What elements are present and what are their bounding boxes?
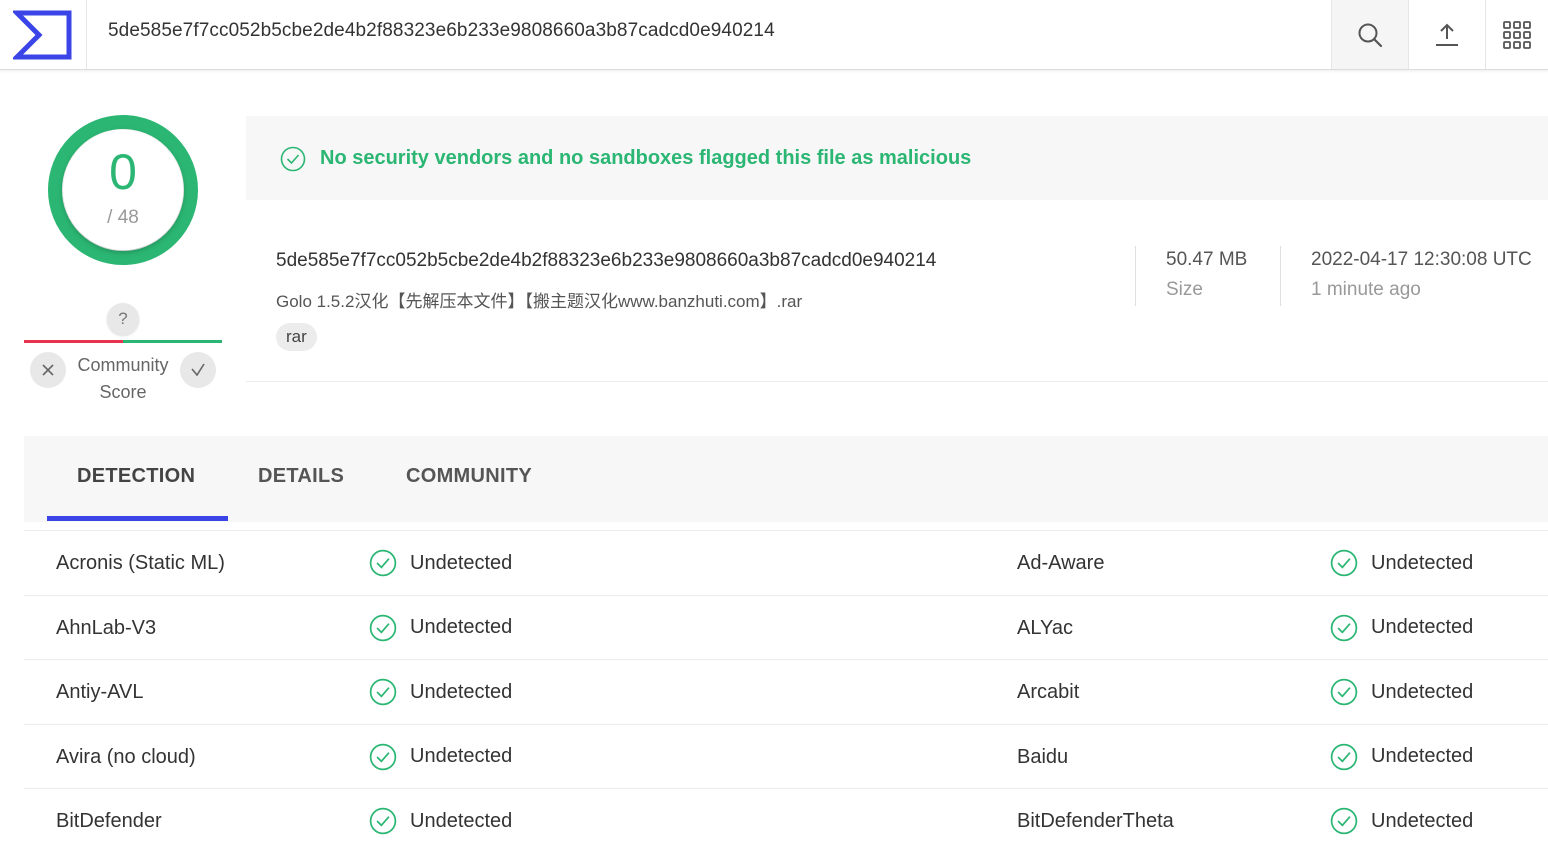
vendor-name: Baidu — [1017, 745, 1069, 768]
status-message: No security vendors and no sandboxes fla… — [320, 147, 972, 169]
search-button[interactable] — [1331, 0, 1408, 69]
vendor-name: Arcabit — [1017, 681, 1080, 703]
check-circle-icon — [1330, 614, 1358, 641]
table-row: Acronis (Static ML) Undetected Ad-Aware … — [24, 530, 1548, 595]
vendor-result: Undetected — [369, 725, 512, 789]
vendor-result: Undetected — [369, 531, 512, 595]
search-input[interactable]: 5de585e7f7cc052b5cbe2de4b2f88323e6b233e9… — [108, 0, 775, 69]
vendor-result: Undetected — [1330, 596, 1473, 660]
upload-icon — [1436, 23, 1458, 46]
community-score-indicator: ? — [107, 303, 139, 335]
tab-details[interactable]: DETAILS — [258, 436, 344, 522]
community-score-label: Community Score — [77, 355, 169, 402]
vendor-result: Undetected — [1330, 789, 1473, 853]
file-name: Golo 1.5.2汉化【先解压本文件】【搬主题汉化www.banzhuti.c… — [276, 292, 803, 311]
result-label: Undetected — [1371, 809, 1474, 832]
analysis-date-relative: 1 minute ago — [1311, 279, 1421, 300]
divider — [1135, 246, 1136, 306]
vendor-result: Undetected — [369, 596, 512, 660]
vendor-name: ALYac — [1017, 616, 1073, 639]
vendor-name: Avira (no cloud) — [56, 745, 196, 768]
result-label: Undetected — [410, 616, 513, 638]
file-size-label: Size — [1166, 279, 1203, 300]
vendor-result: Undetected — [369, 660, 512, 724]
file-type-tag[interactable]: rar — [276, 323, 317, 351]
upload-button[interactable] — [1408, 0, 1485, 69]
check-circle-icon — [1330, 807, 1358, 835]
divider — [1280, 246, 1281, 306]
detection-score: 0 / 48 — [48, 115, 198, 265]
apps-menu-button[interactable] — [1485, 0, 1548, 69]
check-circle-icon — [369, 614, 397, 641]
status-banner: No security vendors and no sandboxes fla… — [246, 116, 1548, 200]
table-row: Avira (no cloud) Undetected Baidu Undete… — [24, 723, 1548, 789]
analysis-date-value: 2022-04-17 12:30:08 UTC — [1311, 249, 1532, 270]
tab-bar: DETECTION DETAILS COMMUNITY — [24, 436, 1548, 522]
check-icon — [191, 363, 205, 377]
apps-grid-icon — [1503, 20, 1531, 49]
result-label: Undetected — [1371, 680, 1474, 703]
check-circle-icon — [369, 807, 397, 835]
result-label: Undetected — [1371, 745, 1474, 767]
vendor-name: Acronis (Static ML) — [56, 552, 225, 574]
top-bar: 5de585e7f7cc052b5cbe2de4b2f88323e6b233e9… — [0, 0, 1548, 70]
vendor-result: Undetected — [1330, 660, 1473, 724]
vote-malicious-button[interactable] — [30, 352, 66, 388]
vendor-name: BitDefender — [56, 810, 162, 832]
check-circle-icon — [1330, 743, 1358, 770]
search-icon — [1358, 23, 1383, 47]
table-row: AhnLab-V3 Undetected ALYac Undetected — [24, 594, 1548, 660]
result-label: Undetected — [410, 745, 513, 767]
check-circle-icon — [1330, 549, 1358, 577]
close-icon — [42, 364, 54, 376]
vendor-result: Undetected — [1330, 531, 1473, 595]
check-circle-icon — [280, 146, 306, 172]
file-info-card: 5de585e7f7cc052b5cbe2de4b2f88323e6b233e9… — [246, 200, 1548, 382]
logo-icon[interactable] — [0, 0, 87, 69]
check-circle-icon — [369, 678, 397, 706]
check-circle-icon — [369, 743, 397, 770]
detection-table: Acronis (Static ML) Undetected Ad-Aware … — [24, 530, 1548, 853]
detection-total: / 48 — [107, 207, 139, 228]
table-row: BitDefender Undetected BitDefenderTheta … — [24, 788, 1548, 853]
active-tab-indicator — [47, 516, 228, 521]
result-label: Undetected — [410, 551, 513, 574]
result-label: Undetected — [1371, 551, 1474, 574]
vendor-name: Ad-Aware — [1017, 552, 1105, 574]
vendor-result: Undetected — [1330, 725, 1473, 789]
vendor-name: Antiy-AVL — [56, 681, 144, 703]
result-label: Undetected — [410, 809, 513, 832]
check-circle-icon — [369, 549, 397, 577]
detection-count: 0 — [109, 144, 137, 200]
vendor-name: BitDefenderTheta — [1017, 810, 1174, 832]
community-bar-positive — [123, 340, 222, 343]
tab-community[interactable]: COMMUNITY — [406, 436, 532, 522]
table-row: Antiy-AVL Undetected Arcabit Undetected — [24, 659, 1548, 724]
vote-harmless-button[interactable] — [180, 352, 216, 388]
tab-detection[interactable]: DETECTION — [77, 436, 195, 522]
check-circle-icon — [1330, 678, 1358, 706]
result-label: Undetected — [1371, 616, 1474, 638]
community-bar-negative — [24, 340, 123, 343]
file-size-value: 50.47 MB — [1166, 249, 1248, 270]
vendor-result: Undetected — [369, 789, 512, 853]
result-label: Undetected — [410, 680, 513, 703]
file-hash[interactable]: 5de585e7f7cc052b5cbe2de4b2f88323e6b233e9… — [276, 250, 936, 272]
vendor-name: AhnLab-V3 — [56, 616, 157, 639]
